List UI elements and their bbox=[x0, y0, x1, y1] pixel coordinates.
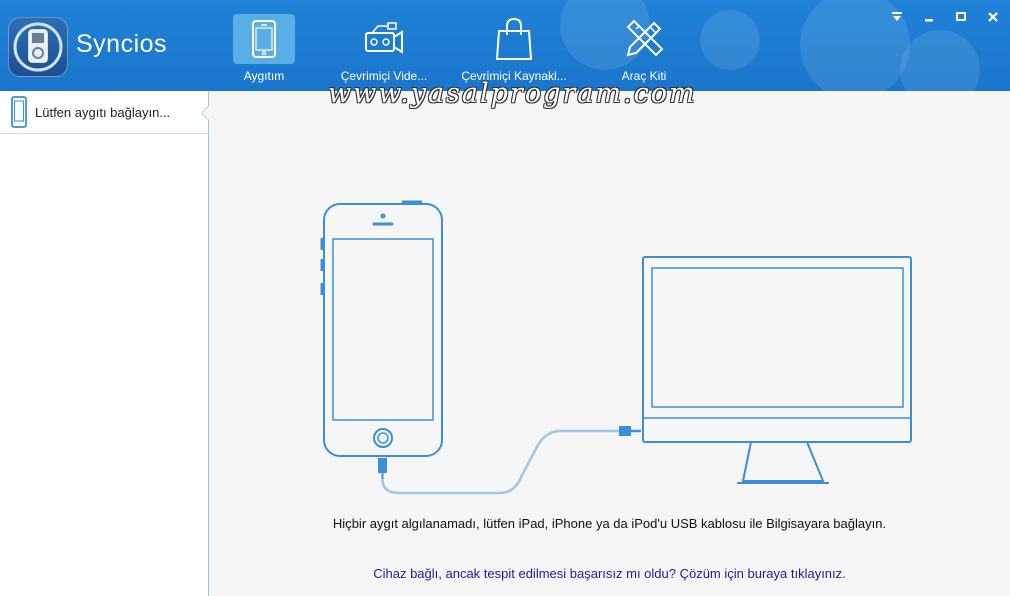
device-sidebar: Lütfen aygıtı bağlayın... bbox=[0, 91, 209, 596]
phone-icon bbox=[252, 20, 276, 58]
phone-icon bbox=[11, 96, 27, 128]
minimize-icon[interactable] bbox=[918, 8, 940, 26]
nav-icon-box bbox=[353, 14, 415, 64]
camcorder-icon bbox=[365, 22, 403, 54]
dropdown-icon[interactable] bbox=[886, 8, 908, 26]
selection-arrow bbox=[201, 105, 209, 121]
app-logo bbox=[8, 17, 68, 77]
iphone-illustration bbox=[320, 200, 443, 457]
sidebar-item-label: Lütfen aygıtı bağlayın... bbox=[35, 104, 171, 120]
nav-my-device[interactable]: Aygıtım bbox=[209, 14, 319, 88]
main-content: Hiçbir aygıt algılanamadı, lütfen iPad, … bbox=[209, 91, 1010, 596]
pencil-ruler-icon bbox=[626, 19, 664, 57]
usb-cable bbox=[378, 426, 641, 495]
ipod-logo-icon bbox=[13, 22, 63, 72]
maximize-icon[interactable] bbox=[950, 8, 972, 26]
bg-bubble bbox=[900, 30, 980, 91]
nav-online-video[interactable]: Çevrimiçi Vide... bbox=[329, 14, 439, 88]
app-title: Syncios bbox=[76, 30, 168, 58]
shopping-bag-icon bbox=[495, 17, 533, 60]
nav-label: Aygıtım bbox=[243, 69, 285, 83]
window-controls bbox=[886, 8, 1004, 26]
nav-icon-box bbox=[483, 14, 545, 64]
no-device-message: Hiçbir aygıt algılanamadı, lütfen iPad, … bbox=[332, 516, 887, 531]
bg-bubble bbox=[700, 10, 760, 70]
nav-toolkit[interactable]: Araç Kiti bbox=[589, 14, 699, 88]
nav-icon-box bbox=[233, 14, 295, 64]
sidebar-item-connect-device[interactable]: Lütfen aygıtı bağlayın... bbox=[0, 91, 208, 134]
monitor-illustration bbox=[642, 256, 912, 484]
nav-icon-box bbox=[613, 14, 675, 64]
close-icon[interactable] bbox=[982, 8, 1004, 26]
connect-illustration bbox=[320, 200, 912, 495]
nav-online-resources[interactable]: Çevrimiçi Kaynakl... bbox=[459, 14, 569, 88]
help-link[interactable]: Cihaz bağlı, ancak tespit edilmesi başar… bbox=[209, 566, 1010, 581]
